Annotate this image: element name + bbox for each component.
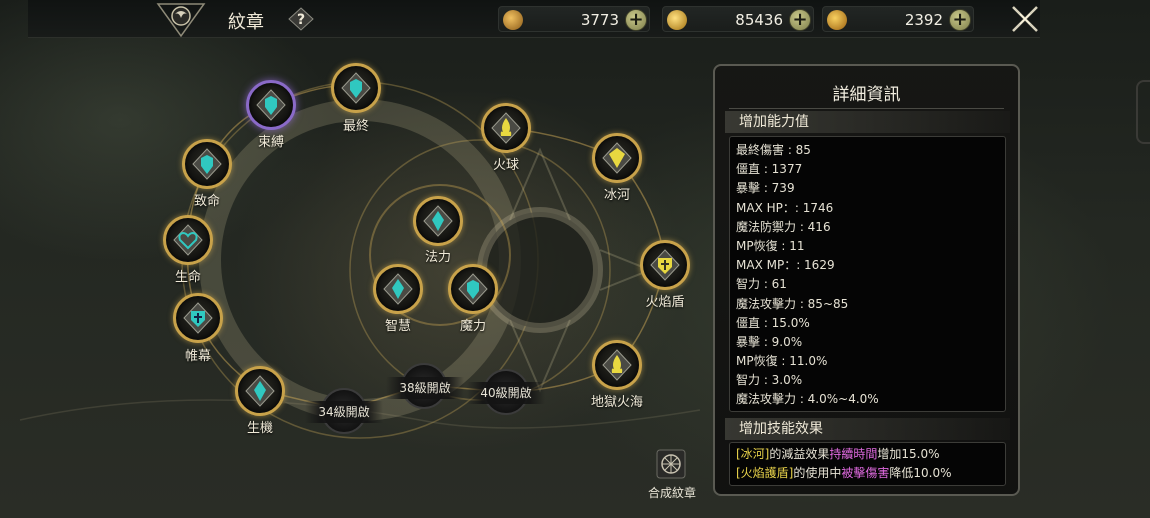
gold-coin-currency: 85436 + <box>662 6 814 32</box>
skill-effect-part: 增加15.0% <box>877 447 940 461</box>
flame-icon <box>602 349 632 381</box>
small-coin-icon <box>827 10 847 30</box>
cycle-currency: 3773 + <box>498 6 650 32</box>
cycle-currency-value: 3773 <box>580 11 619 29</box>
emblem-node-curtain[interactable] <box>173 293 223 343</box>
emblem-node-wisdom[interactable] <box>373 264 423 314</box>
stat-line: 魔法攻擊力 : 85~85 <box>736 296 849 311</box>
skills-section-title: 增加技能效果 <box>725 418 1010 440</box>
node-label-mana: 法力 <box>424 250 451 265</box>
heart-icon <box>173 224 203 256</box>
flame-icon <box>491 112 521 144</box>
node-label-life: 生命 <box>174 270 201 285</box>
stat-line: 魔法攻擊力 : 4.0%~4.0% <box>736 392 879 407</box>
skill-effect-part: [冰河] <box>736 447 770 461</box>
stat-line: 僵直 : 15.0% <box>736 315 810 330</box>
side-tab[interactable] <box>1136 80 1150 144</box>
emblem-node-bind[interactable] <box>246 80 296 130</box>
cross-shield-icon <box>183 302 213 334</box>
skill-effect-part: 持續時間 <box>829 447 878 461</box>
crystal-icon <box>245 375 275 407</box>
page-title: 紋章 <box>228 12 264 33</box>
node-label-vitality: 生機 <box>246 421 273 436</box>
armor-icon <box>192 148 222 180</box>
lock-label-38: 38級開啟 <box>386 377 464 399</box>
stat-line: 僵直 : 1377 <box>736 162 803 177</box>
question-icon[interactable]: ? <box>288 7 314 31</box>
emblem-node-final[interactable] <box>331 63 381 113</box>
compose-icon[interactable] <box>655 448 687 480</box>
crystal-icon <box>383 273 413 305</box>
armor-icon <box>341 72 371 104</box>
emblem-node-glacier[interactable] <box>592 133 642 183</box>
stat-line: 智力 : 3.0% <box>736 373 803 388</box>
detail-panel: 詳細資訊 增加能力值 最終傷害 : 85 僵直 : 1377 暴擊 : 739 MAX… <box>713 64 1020 496</box>
emblem-node-fatal[interactable] <box>182 139 232 189</box>
gold-coin-icon <box>667 10 687 30</box>
stat-line: 智力 : 61 <box>736 277 787 292</box>
skill-effect-line: [冰河]的減益效果持續時間增加15.0% <box>736 445 999 464</box>
small-coin-value: 2392 <box>904 11 943 29</box>
stat-line: MAX HP：: 1746 <box>736 200 834 215</box>
detail-divider <box>729 108 1004 109</box>
stat-line: 最終傷害 : 85 <box>736 143 811 157</box>
add-gold-button[interactable]: + <box>789 9 811 31</box>
stat-line: MAX MP：: 1629 <box>736 258 835 273</box>
detail-title: 詳細資訊 <box>832 85 901 105</box>
emblem-node-magic[interactable] <box>448 264 498 314</box>
stat-line: 暴擊 : 739 <box>736 181 795 196</box>
skill-effect-part: 的使用中 <box>793 466 842 480</box>
add-small-coin-button[interactable]: + <box>949 9 971 31</box>
emblem-node-vitality[interactable] <box>235 366 285 416</box>
stat-line: 魔法防禦力 : 416 <box>736 219 831 234</box>
crystal-icon <box>423 205 453 237</box>
ice-icon <box>602 142 632 174</box>
armor-icon <box>458 273 488 305</box>
svg-text:?: ? <box>297 12 305 28</box>
gold-coin-value: 85436 <box>735 11 783 29</box>
skill-effect-part: 的減益效果 <box>769 447 830 461</box>
stat-line: 暴擊 : 9.0% <box>736 334 803 349</box>
node-label-bind: 束縛 <box>257 135 284 150</box>
cycle-icon <box>503 10 523 30</box>
emblem-node-fire-shield[interactable] <box>640 240 690 290</box>
skill-effect-part: [火焰護盾] <box>736 466 794 480</box>
skill-effect-line: [火焰護盾]的使用中被擊傷害降低10.0% <box>736 464 999 483</box>
skills-list[interactable]: [冰河]的減益效果持續時間增加15.0% [火焰護盾]的使用中被擊傷害降低10.0… <box>729 442 1006 486</box>
node-label-magic: 魔力 <box>459 319 486 334</box>
node-label-inferno: 地獄火海 <box>590 395 643 410</box>
emblem-node-inferno[interactable] <box>592 340 642 390</box>
skill-effect-part: 降低10.0% <box>889 466 952 480</box>
node-label-fire-shield: 火焰盾 <box>645 295 685 310</box>
skill-effect-part: 被擊傷害 <box>841 466 890 480</box>
emblem-node-fireball[interactable] <box>481 103 531 153</box>
lock-label-40: 40級開啟 <box>467 382 545 404</box>
shield-icon <box>650 249 680 281</box>
dragon-emblem-icon <box>156 3 206 38</box>
armor-icon <box>256 89 286 121</box>
lock-label-34: 34級開啟 <box>305 401 383 423</box>
emblem-node-life[interactable] <box>163 215 213 265</box>
emblem-node-mana[interactable] <box>413 196 463 246</box>
node-label-glacier: 冰河 <box>603 188 630 203</box>
node-label-curtain: 帷幕 <box>184 349 211 364</box>
node-label-fatal: 致命 <box>193 194 220 209</box>
small-coin-currency: 2392 + <box>822 6 974 32</box>
top-bar: 紋章 ? 3773 + 85436 + 2392 + <box>28 0 1040 38</box>
stats-list[interactable]: 最終傷害 : 85 僵直 : 1377 暴擊 : 739 MAX HP：: 1746 魔… <box>729 136 1006 412</box>
node-label-final: 最終 <box>342 119 369 134</box>
stat-line: MP恢復 : 11.0% <box>736 354 828 369</box>
compose-label: 合成紋章 <box>647 486 696 500</box>
node-label-fireball: 火球 <box>492 158 519 173</box>
close-x-icon[interactable] <box>1010 4 1040 34</box>
node-label-wisdom: 智慧 <box>384 319 411 334</box>
stat-line: MP恢復 : 11 <box>736 238 805 253</box>
add-cycle-button[interactable]: + <box>625 9 647 31</box>
stats-section-title: 增加能力值 <box>725 111 1010 133</box>
